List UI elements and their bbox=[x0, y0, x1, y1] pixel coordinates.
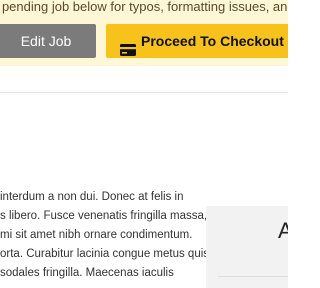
job-description: interdum a non dui. Donec at felis in s … bbox=[0, 188, 215, 283]
section-divider bbox=[0, 92, 288, 93]
side-panel-heading: A bbox=[278, 218, 288, 243]
description-line: s libero. Fusce venenatis fringilla mass… bbox=[0, 210, 208, 222]
side-panel-divider bbox=[218, 276, 288, 277]
credit-card-icon bbox=[120, 34, 136, 56]
proceed-to-checkout-button[interactable]: Proceed To Checkout bbox=[106, 24, 288, 58]
checkout-button-label: Proceed To Checkout bbox=[141, 33, 284, 49]
edit-job-button[interactable]: Edit Job bbox=[0, 24, 96, 58]
description-line: orta. Curabitur lacinia congue metus qui… bbox=[0, 248, 210, 260]
job-preview-page: r pending job below for typos, formattin… bbox=[0, 0, 288, 288]
description-line: interdum a non dui. Donec at felis in bbox=[0, 191, 184, 203]
description-line: sodales fringilla. Maecenas iaculis bbox=[0, 267, 174, 279]
side-panel: A bbox=[206, 206, 288, 288]
review-notice-text: r pending job below for typos, formattin… bbox=[0, 0, 288, 14]
review-notice-bar: r pending job below for typos, formattin… bbox=[0, 0, 288, 66]
description-line: mi sit amet nibh ornare condimentum. bbox=[0, 229, 193, 241]
